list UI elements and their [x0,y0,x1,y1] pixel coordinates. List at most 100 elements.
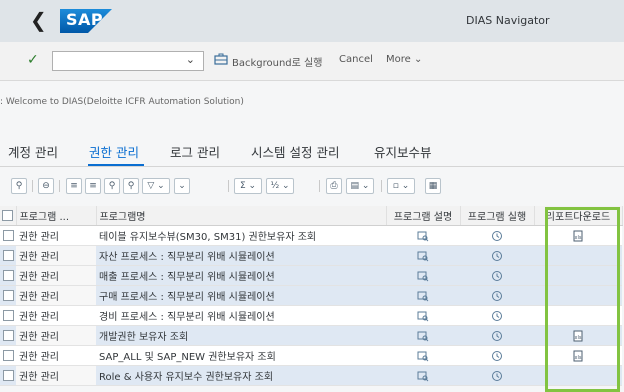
description-icon[interactable] [386,245,460,266]
chevron-left-icon[interactable]: ❮ [30,9,47,31]
program-name-cell: SAP_ALL 및 SAP_NEW 권한보유자 조회 [96,345,386,366]
table-row[interactable]: 권한 관리 개발권한 보유자 조회 xls [0,325,622,346]
separator [32,180,33,192]
table-row[interactable]: 권한 관리 테이블 유지보수뷰(SM30, SM31) 권한보유자 조회 xls [0,225,622,246]
row-checkbox[interactable] [0,345,16,366]
separator [228,180,229,192]
row-checkbox[interactable] [0,245,16,266]
tab-authority[interactable]: 권한 관리 [89,142,139,161]
execute-icon[interactable] [460,345,534,366]
execute-icon[interactable] [460,305,534,326]
checkmark-icon[interactable]: ✓ [27,52,39,68]
program-table: 프로그램 ... 프로그램명 프로그램 설명 프로그램 실행 리포트다운로드 권… [0,206,624,386]
alv-toolbar: ⚲ ⊖ ≡ ≡ ⚲ ⚲ ▽ ⌄ ⌄ Σ ⌄ ½ ⌄ ⎙ ▤ ⌄ ▫ ⌄ ▦ [0,176,624,198]
row-checkbox[interactable] [0,265,16,286]
execute-icon[interactable] [460,245,534,266]
sap-logo: SAP [60,9,112,33]
program-name-cell: 구매 프로세스 : 직무분리 위배 시뮬레이션 [96,285,386,306]
program-name-cell: 경비 프로세스 : 직무분리 위배 시뮬레이션 [96,305,386,326]
execute-icon[interactable] [460,325,534,346]
background-run-button[interactable]: Background로 실행 [232,54,322,69]
chevron-down-icon[interactable]: ⌄ [174,178,190,194]
execute-icon[interactable] [460,365,534,386]
chevron-down-icon[interactable]: ⌄ [186,53,195,66]
tab-maintenance-view[interactable]: 유지보수뷰 [374,142,432,161]
col-header-group[interactable]: 프로그램 ... [16,206,97,226]
table-row[interactable]: 권한 관리 Role & 사용자 유지보수 권한보유자 조회 [0,365,622,386]
col-header-name[interactable]: 프로그램명 [96,206,387,226]
col-header-execute[interactable]: 프로그램 실행 [460,206,535,226]
program-name-cell: 개발권한 보유자 조회 [96,325,386,346]
description-icon[interactable] [386,285,460,306]
sort-ascending-icon[interactable]: ≡ [66,178,82,194]
execute-icon[interactable] [460,285,534,306]
command-input[interactable] [57,55,181,74]
tab-log[interactable]: 로그 관리 [170,142,220,161]
execute-icon[interactable] [460,265,534,286]
app-title: DIAS Navigator [466,14,550,27]
download-cell [534,305,622,326]
download-cell [534,285,622,306]
layout-grid-icon[interactable]: ▦ [425,178,441,194]
welcome-text: : Welcome to DIAS(Deloitte ICFR Automati… [0,97,244,107]
description-icon[interactable] [386,305,460,326]
table-row[interactable]: 권한 관리 구매 프로세스 : 직무분리 위배 시뮬레이션 [0,285,622,306]
svg-text:xls: xls [575,335,582,341]
separator [319,180,320,192]
tab-system-settings[interactable]: 시스템 설정 관리 [251,142,339,161]
download-cell [534,265,622,286]
description-icon[interactable] [386,265,460,286]
description-icon[interactable] [386,225,460,246]
collapse-icon[interactable]: ⊖ [38,178,54,194]
subtotal-icon[interactable]: ½ ⌄ [266,178,294,194]
separator [381,180,382,192]
svg-text:xls: xls [575,235,582,241]
col-header-description[interactable]: 프로그램 설명 [386,206,461,226]
row-checkbox[interactable] [0,365,16,386]
zoom-icon[interactable]: ⚲ [11,178,27,194]
program-group-cell: 권한 관리 [16,305,96,326]
program-group-cell: 권한 관리 [16,225,96,246]
filter-icon[interactable]: ▽ ⌄ [142,178,170,194]
excel-download-icon[interactable]: xls [534,325,622,346]
export-icon[interactable]: ▫ ⌄ [387,178,415,194]
find-icon[interactable]: ⚲ [104,178,120,194]
sum-icon[interactable]: Σ ⌄ [234,178,262,194]
program-group-cell: 권한 관리 [16,325,96,346]
program-group-cell: 권한 관리 [16,285,96,306]
col-header-download[interactable]: 리포트다운로드 [534,206,623,226]
table-row[interactable]: 권한 관리 경비 프로세스 : 직무분리 위배 시뮬레이션 [0,305,622,326]
excel-download-icon[interactable]: xls [534,345,622,366]
select-all-checkbox[interactable] [0,206,17,226]
excel-download-icon[interactable]: xls [534,225,622,246]
table-row[interactable]: 권한 관리 매출 프로세스 : 직무분리 위배 시뮬레이션 [0,265,622,286]
more-button[interactable]: More ⌄ [386,54,422,65]
table-row[interactable]: 권한 관리 SAP_ALL 및 SAP_NEW 권한보유자 조회 xls [0,345,622,366]
program-name-cell: Role & 사용자 유지보수 권한보유자 조회 [96,365,386,386]
svg-text:xls: xls [575,355,582,361]
table-header-row: 프로그램 ... 프로그램명 프로그램 설명 프로그램 실행 리포트다운로드 [0,206,623,226]
row-checkbox[interactable] [0,225,16,246]
row-checkbox[interactable] [0,305,16,326]
table-row[interactable]: 권한 관리 자산 프로세스 : 직무분리 위배 시뮬레이션 [0,245,622,266]
cancel-button[interactable]: Cancel [339,54,373,65]
program-name-cell: 자산 프로세스 : 직무분리 위배 시뮬레이션 [96,245,386,266]
row-checkbox[interactable] [0,325,16,346]
shell-bar: ❮ SAP DIAS Navigator [0,0,624,42]
view-icon[interactable]: ▤ ⌄ [346,178,374,194]
program-group-cell: 권한 관리 [16,365,96,386]
command-toolbar: ✓ ⌄ Background로 실행 Cancel More ⌄ [0,42,624,81]
description-icon[interactable] [386,325,460,346]
separator [59,180,60,192]
tab-divider [0,166,624,167]
row-checkbox[interactable] [0,285,16,306]
find-next-icon[interactable]: ⚲ [123,178,139,194]
description-icon[interactable] [386,365,460,386]
download-cell [534,245,622,266]
tab-account[interactable]: 계정 관리 [8,142,58,161]
description-icon[interactable] [386,345,460,366]
command-field[interactable]: ⌄ [52,51,204,74]
print-icon[interactable]: ⎙ [326,178,342,194]
sort-descending-icon[interactable]: ≡ [85,178,101,194]
execute-icon[interactable] [460,225,534,246]
